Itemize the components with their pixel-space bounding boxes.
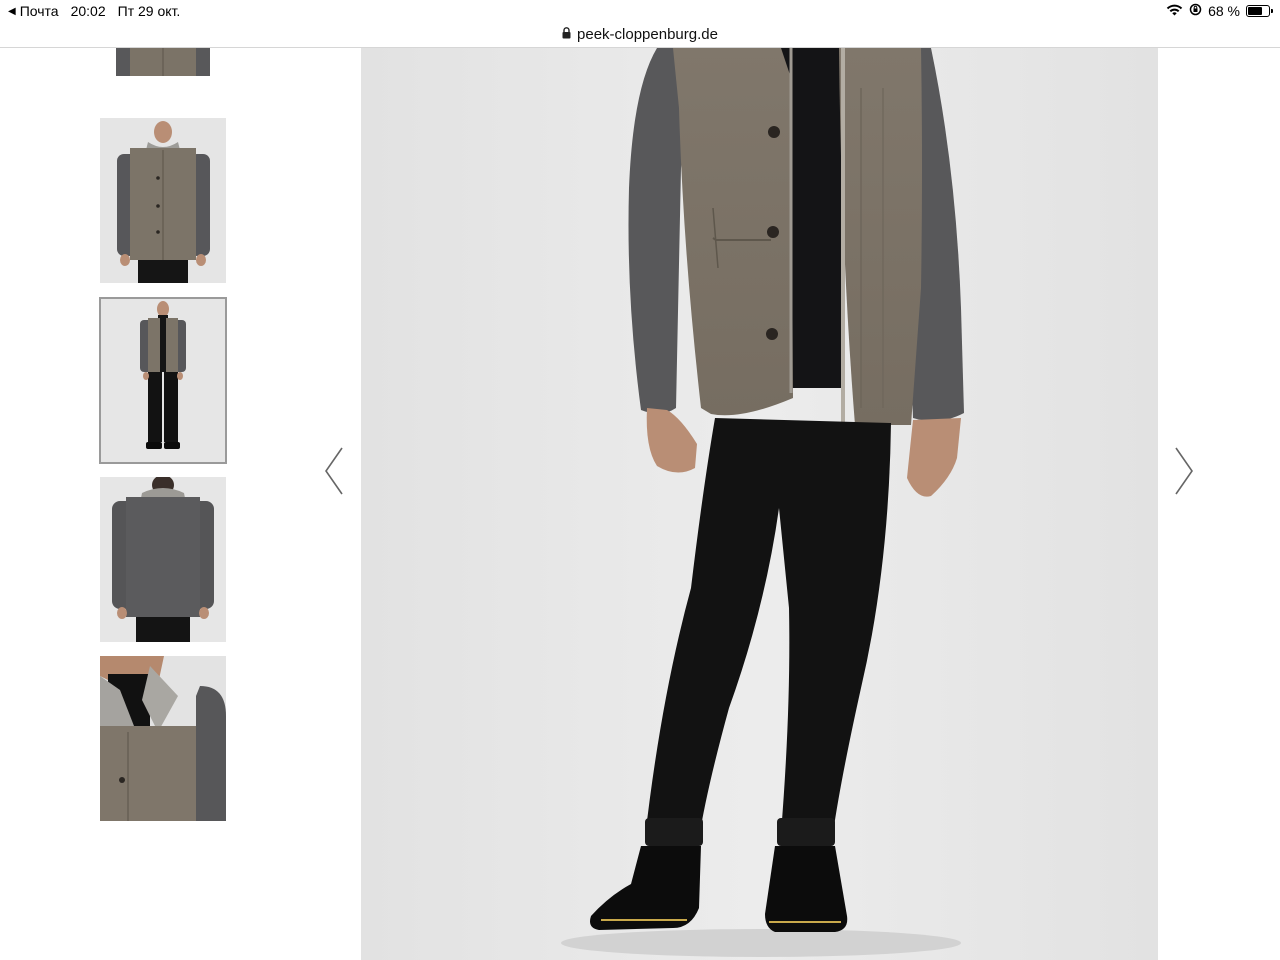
product-photo bbox=[361, 48, 1158, 960]
orientation-lock-icon bbox=[1189, 3, 1202, 19]
thumbnail-model-back[interactable] bbox=[100, 477, 226, 642]
battery-icon bbox=[1246, 5, 1273, 17]
thumbnail-collar-detail[interactable] bbox=[100, 656, 226, 821]
chevron-left-icon bbox=[325, 447, 343, 495]
clock: 20:02 bbox=[70, 3, 106, 19]
thumbnail-jacket-front[interactable] bbox=[100, 48, 226, 95]
wifi-icon bbox=[1166, 3, 1183, 19]
back-app-label: Почта bbox=[19, 3, 59, 19]
product-page bbox=[0, 48, 1280, 960]
previous-image-button[interactable] bbox=[322, 446, 346, 496]
back-to-app-button[interactable]: ◀ Почта bbox=[8, 3, 59, 19]
chevron-right-icon bbox=[1175, 447, 1193, 495]
date: Пт 29 окт. bbox=[117, 3, 181, 19]
next-image-button[interactable] bbox=[1172, 446, 1196, 496]
lock-icon bbox=[562, 26, 571, 43]
url-text: peek-cloppenburg.de bbox=[577, 26, 718, 43]
back-triangle-icon: ◀ bbox=[8, 5, 16, 17]
thumbnail-model-front[interactable] bbox=[100, 118, 226, 283]
main-product-image[interactable] bbox=[361, 48, 1158, 960]
address-bar[interactable]: peek-cloppenburg.de bbox=[0, 22, 1280, 48]
battery-percent: 68 % bbox=[1208, 3, 1240, 19]
status-bar: ◀ Почта 20:02 Пт 29 окт. 68 % bbox=[0, 0, 1280, 22]
thumbnail-model-full-body[interactable] bbox=[99, 297, 227, 464]
